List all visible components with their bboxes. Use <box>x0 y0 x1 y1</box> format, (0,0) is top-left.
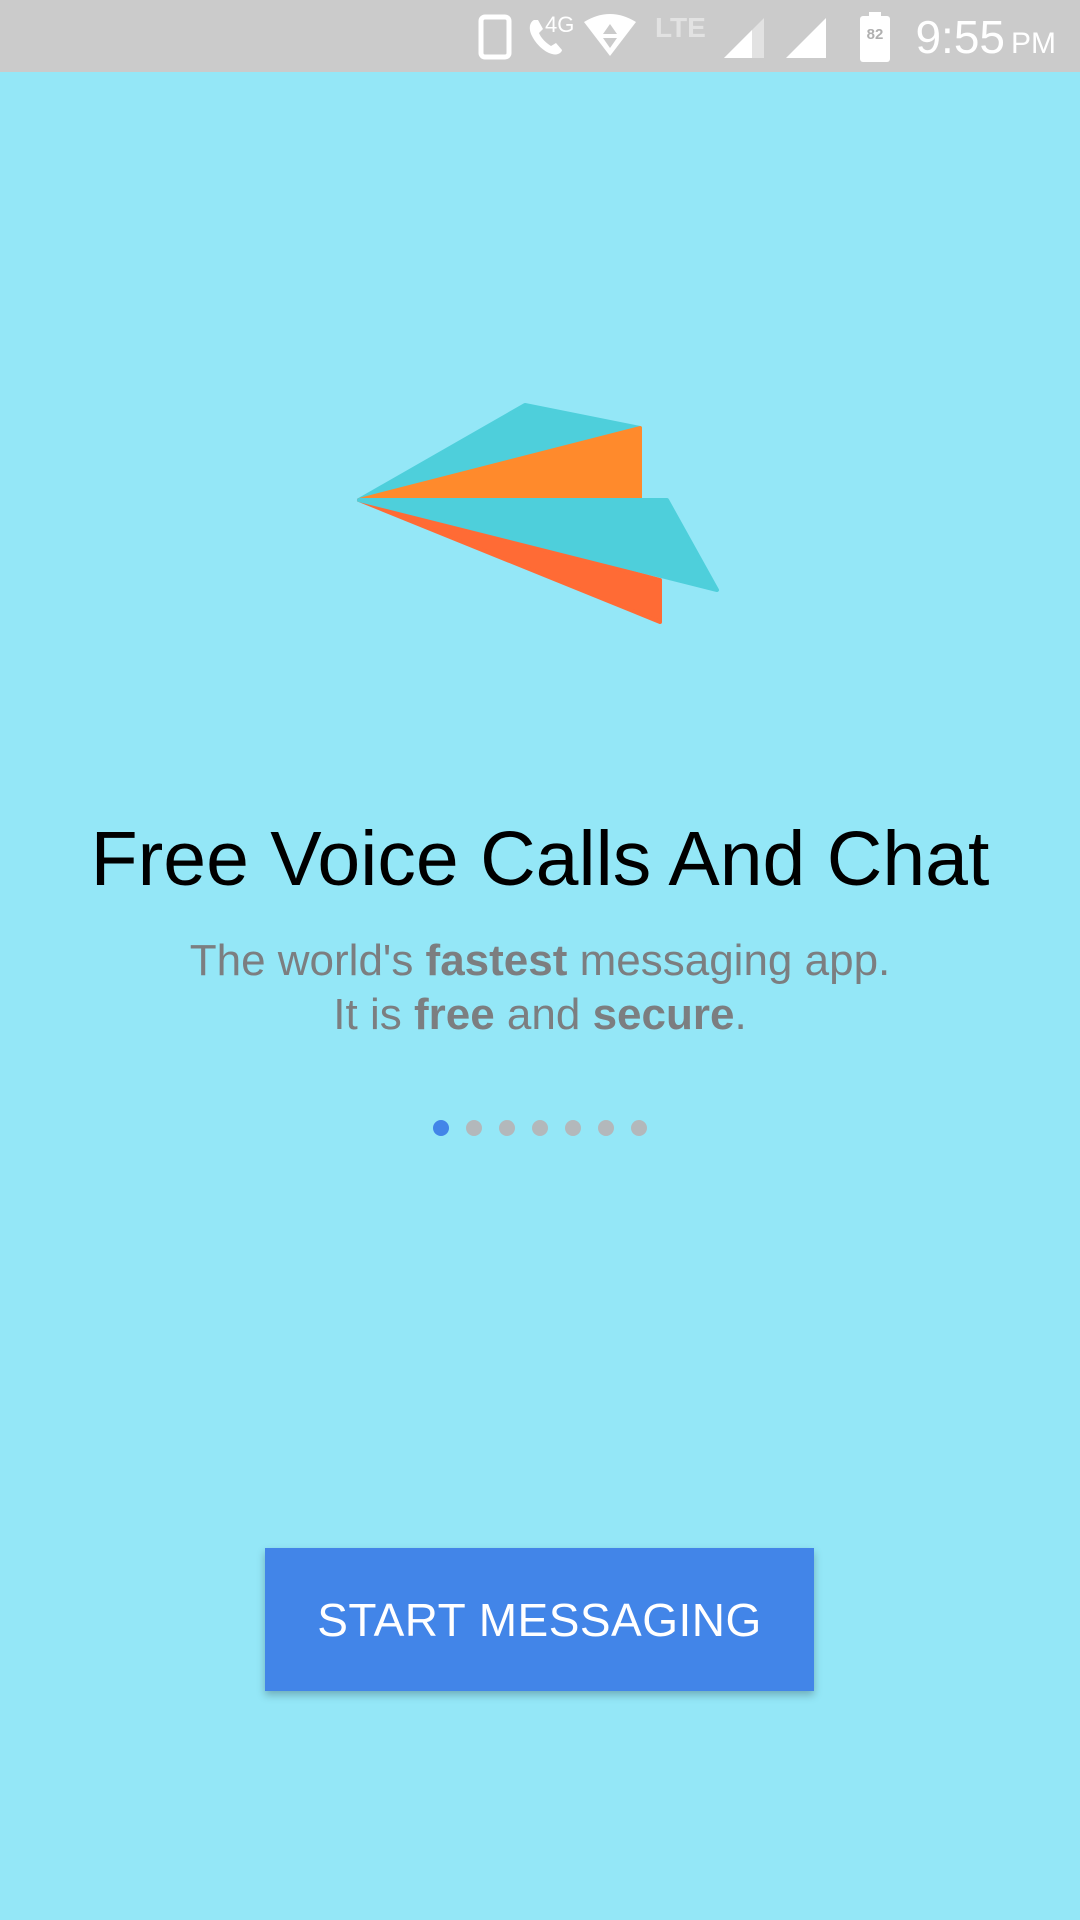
status-time: 9:55 PM <box>915 10 1056 64</box>
description-line-2: It is free and secure. <box>333 990 747 1039</box>
page-dot <box>433 1120 449 1136</box>
page-dot <box>598 1120 614 1136</box>
signal-icon <box>786 18 826 58</box>
network-type-label: 4G <box>545 12 575 37</box>
page-dot <box>532 1120 548 1136</box>
start-messaging-button[interactable]: START MESSAGING <box>265 1548 814 1691</box>
page-dot <box>466 1120 482 1136</box>
page-dot <box>631 1120 647 1136</box>
description-line-1: The world's fastest messaging app. <box>189 936 891 985</box>
page-dot <box>565 1120 581 1136</box>
status-time-value: 9:55 <box>915 11 1005 63</box>
battery-level: 82 <box>866 26 884 43</box>
page-indicator <box>0 1120 1080 1136</box>
lte-label: LTE <box>655 12 706 43</box>
signal-icon <box>724 18 764 58</box>
status-bar: 4G LTE 82 9:55 PM <box>0 0 1080 72</box>
phone-icon <box>478 14 512 60</box>
wifi-icon <box>584 14 636 56</box>
status-time-ampm: PM <box>1011 27 1056 60</box>
page-dot <box>499 1120 515 1136</box>
paper-plane-logo <box>357 403 719 624</box>
logo-lower-wing <box>357 498 719 592</box>
onboarding-description: The world's fastest messaging app. It is… <box>0 934 1080 1042</box>
onboarding-headline: Free Voice Calls And Chat <box>90 816 990 902</box>
